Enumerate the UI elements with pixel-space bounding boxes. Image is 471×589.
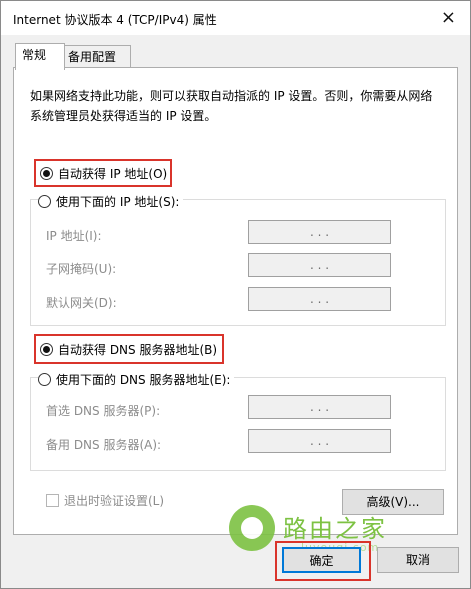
radio-manual-dns-label: 使用下面的 DNS 服务器地址(E):: [56, 373, 231, 387]
ipv4-properties-dialog: Internet 协议版本 4 (TCP/IPv4) 属性 × 常规 备用配置 …: [0, 0, 471, 589]
cancel-button[interactable]: 取消: [377, 547, 459, 573]
window-title: Internet 协议版本 4 (TCP/IPv4) 属性: [13, 13, 217, 27]
radio-auto-ip[interactable]: 自动获得 IP 地址(O): [40, 165, 167, 182]
close-icon[interactable]: ×: [441, 7, 456, 28]
radio-checked-icon: [40, 167, 53, 180]
ip-address-label: IP 地址(I):: [46, 229, 102, 243]
radio-auto-ip-label: 自动获得 IP 地址(O): [58, 167, 168, 181]
radio-auto-dns[interactable]: 自动获得 DNS 服务器地址(B): [40, 341, 217, 358]
tab-general[interactable]: 常规: [15, 43, 65, 70]
radio-unchecked-icon: [38, 373, 51, 386]
watermark-text: 路由之家: [283, 515, 387, 543]
subnet-mask-label: 子网掩码(U):: [46, 262, 117, 276]
alternate-dns-label: 备用 DNS 服务器(A):: [46, 438, 162, 452]
watermark-logo-icon: [229, 505, 275, 551]
default-gateway-label: 默认网关(D):: [46, 296, 117, 310]
preferred-dns-label: 首选 DNS 服务器(P):: [46, 404, 161, 418]
validate-on-exit-label: 退出时验证设置(L): [64, 494, 165, 508]
title-bar: Internet 协议版本 4 (TCP/IPv4) 属性 ×: [1, 1, 470, 35]
radio-manual-dns[interactable]: 使用下面的 DNS 服务器地址(E):: [38, 371, 235, 388]
radio-unchecked-icon: [38, 195, 51, 208]
radio-checked-icon: [40, 343, 53, 356]
validate-on-exit-checkbox[interactable]: 退出时验证设置(L): [46, 492, 164, 509]
checkbox-icon: [46, 494, 59, 507]
default-gateway-input[interactable]: . . .: [248, 287, 391, 311]
alternate-dns-input[interactable]: . . .: [248, 429, 391, 453]
subnet-mask-input[interactable]: . . .: [248, 253, 391, 277]
tab-alternate-config[interactable]: 备用配置: [61, 45, 131, 68]
general-panel: 如果网络支持此功能，则可以获取自动指派的 IP 设置。否则，你需要从网络系统管理…: [13, 67, 458, 535]
ok-button[interactable]: 确定: [282, 547, 361, 573]
ip-address-input[interactable]: . . .: [248, 220, 391, 244]
preferred-dns-input[interactable]: . . .: [248, 395, 391, 419]
description-text: 如果网络支持此功能，则可以获取自动指派的 IP 设置。否则，你需要从网络系统管理…: [30, 89, 433, 123]
radio-manual-ip[interactable]: 使用下面的 IP 地址(S):: [38, 193, 184, 210]
dns-manual-group: [30, 377, 446, 471]
radio-auto-dns-label: 自动获得 DNS 服务器地址(B): [58, 343, 218, 357]
radio-manual-ip-label: 使用下面的 IP 地址(S):: [56, 195, 180, 209]
